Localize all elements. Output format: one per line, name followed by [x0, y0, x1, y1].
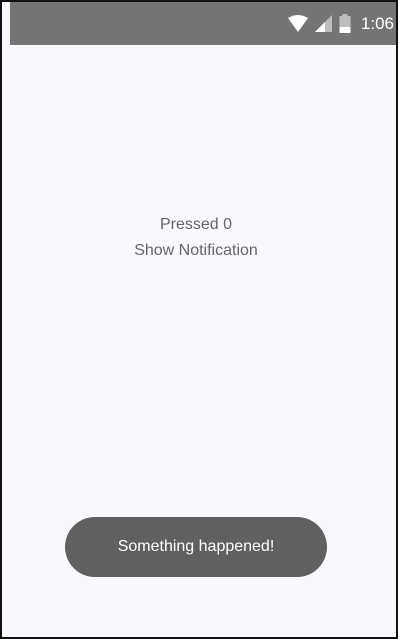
screen-edge: [2, 2, 10, 637]
signal-icon: [314, 14, 333, 33]
pressed-counter-text: Pressed 0: [159, 216, 233, 233]
toast-message: Something happened!: [117, 538, 275, 555]
status-icons: 1:06: [287, 2, 394, 45]
status-clock: 1:06: [360, 13, 394, 33]
status-bar: 1:06: [10, 2, 396, 45]
app-content: Pressed 0 Show Notification Something ha…: [10, 45, 396, 637]
show-notification-button[interactable]: Show Notification: [10, 242, 382, 260]
battery-icon: [339, 13, 351, 34]
phone-screen: 1:06 Pressed 0 Show Notification Somethi…: [0, 0, 398, 639]
toast-notification: Something happened!: [65, 517, 327, 577]
wifi-icon: [287, 14, 309, 33]
